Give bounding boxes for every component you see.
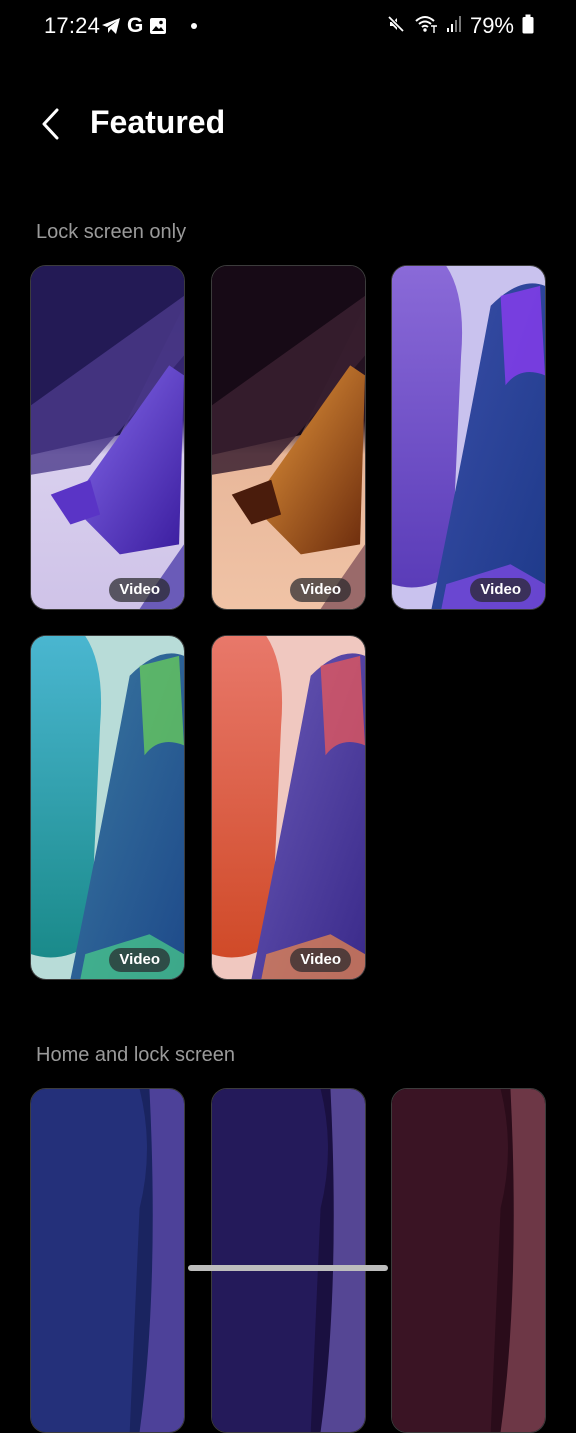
- wallpaper-thumbnail: [392, 266, 545, 609]
- signal-icon: [446, 15, 462, 38]
- gesture-navigation-bar[interactable]: [188, 1265, 388, 1271]
- status-left-icons: G: [101, 14, 198, 37]
- gallery-icon: [149, 17, 167, 35]
- status-right-icons: 79%: [386, 13, 534, 39]
- wallpaper-tile[interactable]: [391, 1088, 546, 1433]
- mute-icon: [386, 14, 406, 39]
- battery-percentage: 79%: [469, 13, 514, 38]
- wallpaper-tile[interactable]: [211, 1088, 366, 1433]
- video-badge: Video: [290, 948, 351, 972]
- video-badge: Video: [109, 948, 170, 972]
- video-badge: Video: [470, 578, 531, 602]
- google-icon: G: [127, 14, 144, 37]
- page-title: Featured: [90, 104, 226, 140]
- wallpaper-tile[interactable]: Video: [211, 265, 366, 610]
- wallpaper-tile[interactable]: Video: [30, 635, 185, 980]
- video-badge: Video: [290, 578, 351, 602]
- wallpaper-thumbnail: [212, 266, 365, 609]
- wallpaper-thumbnail: [31, 266, 184, 609]
- telegram-icon: [101, 17, 121, 35]
- wallpaper-tile[interactable]: Video: [30, 265, 185, 610]
- wallpaper-tile[interactable]: Video: [211, 635, 366, 980]
- wallpaper-thumbnail: [212, 636, 365, 979]
- chevron-left-icon: [42, 108, 59, 140]
- video-badge: Video: [109, 578, 170, 602]
- wallpaper-thumbnail: [212, 1089, 365, 1432]
- wallpaper-thumbnail: [31, 636, 184, 979]
- status-time: 17:24: [44, 13, 101, 38]
- notification-dot-icon: [191, 23, 198, 29]
- app-header: Featured: [0, 90, 576, 160]
- wallpaper-thumbnail: [392, 1089, 545, 1432]
- status-bar: 17:24 G 79%: [0, 0, 576, 56]
- back-button[interactable]: [28, 102, 72, 146]
- battery-icon: [522, 14, 534, 39]
- wallpaper-tile[interactable]: Video: [391, 265, 546, 610]
- wifi-calling-icon: [414, 14, 438, 39]
- wallpaper-tile[interactable]: [30, 1088, 185, 1433]
- section-title-home-and-lock-screen: Home and lock screen: [36, 1044, 235, 1066]
- wallpaper-thumbnail: [31, 1089, 184, 1432]
- section-title-lock-screen-only: Lock screen only: [36, 221, 187, 243]
